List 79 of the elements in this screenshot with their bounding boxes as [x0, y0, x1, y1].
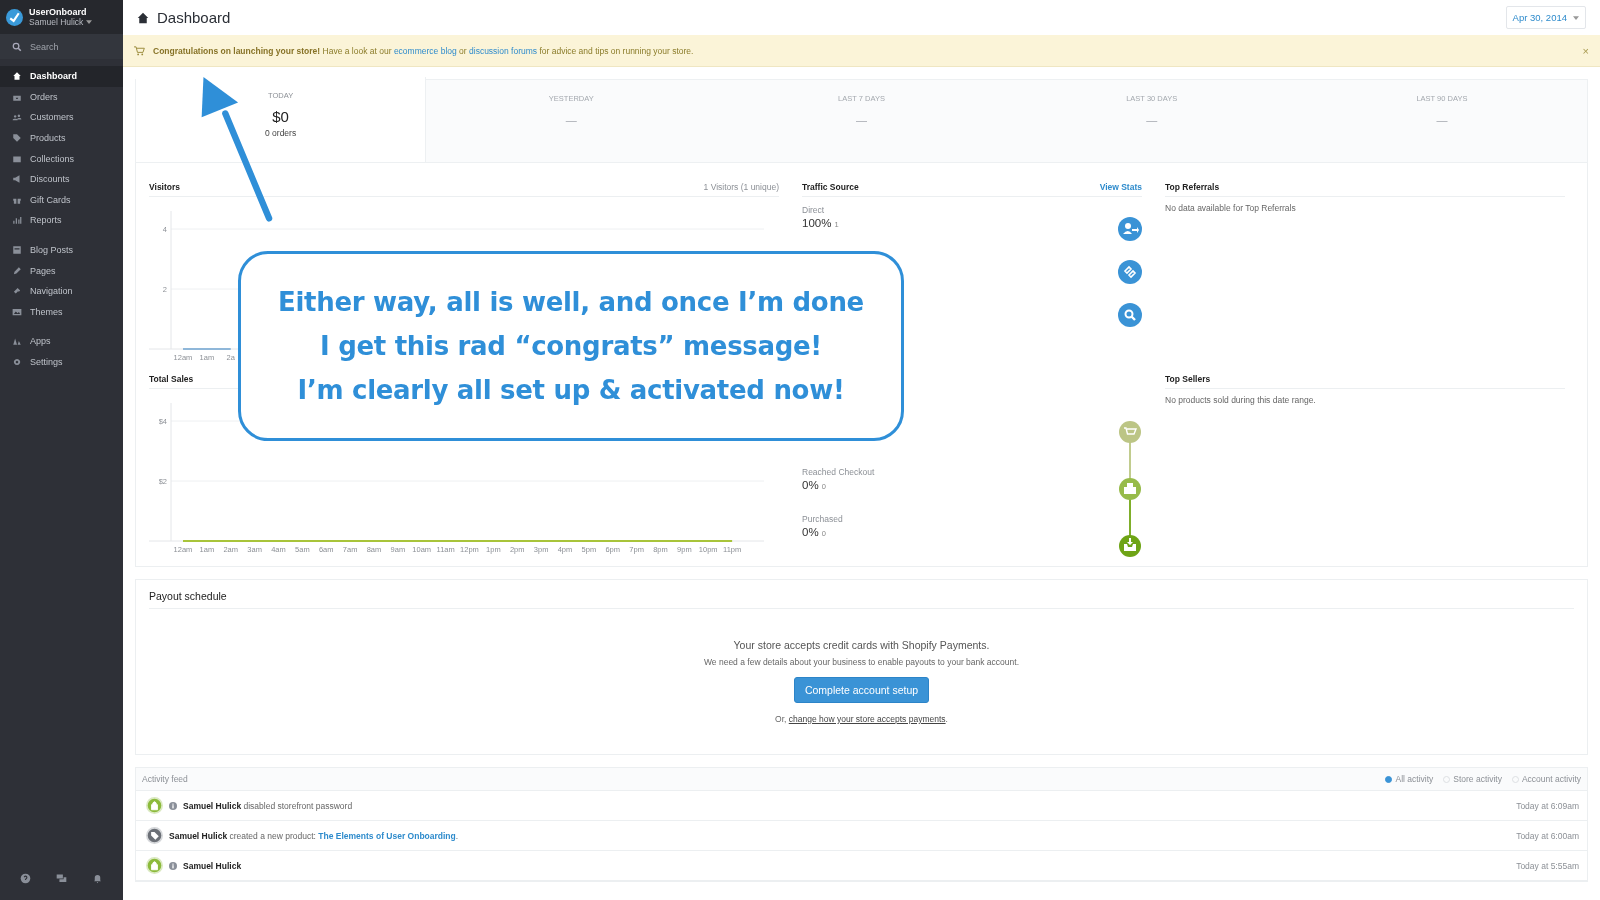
account-switcher[interactable]: UserOnboard Samuel Hulick: [0, 0, 123, 34]
image-icon: [12, 306, 22, 317]
nav-item[interactable]: Gift Cards: [0, 189, 123, 211]
nav-item[interactable]: Orders: [0, 86, 123, 108]
funnel-label: Reached Checkout: [802, 467, 875, 477]
visitors-line: [182, 348, 232, 350]
nav-item[interactable]: Collections: [0, 148, 123, 169]
document-icon: [12, 245, 22, 256]
nav-item[interactable]: Apps: [0, 331, 123, 352]
period-amount: —: [1146, 114, 1158, 126]
house-icon: [12, 71, 22, 82]
activity-text: Samuel Hulick created a new product: The Elements of User Onboarding.: [169, 830, 460, 841]
search-field[interactable]: Search: [0, 34, 123, 59]
order-count: 0 orders: [265, 128, 297, 138]
notice-link[interactable]: ecommerce blog: [393, 45, 457, 56]
bar-chart-icon: [12, 215, 22, 226]
callout-text: I get this rad “congrats” message!: [320, 331, 822, 361]
chat-bubbles-icon[interactable]: [56, 873, 67, 884]
info-icon: [169, 801, 177, 810]
store-name: UserOnboard: [29, 7, 88, 17]
section-title: Total Sales: [149, 373, 194, 384]
info-icon: [169, 861, 177, 870]
section-title: Visitors: [149, 181, 181, 192]
cart-icon: [134, 45, 145, 56]
period-amount: —: [856, 114, 867, 126]
payout-alternative: Or, change how your store accepts payments.: [775, 714, 948, 724]
date-picker-button[interactable]: Apr 30, 2014: [1505, 6, 1586, 29]
caret-icon: [86, 20, 93, 24]
callout-text: Either way, all is well, and once I’m done: [278, 287, 864, 317]
callout-text: I’m clearly all set up & activated now!: [297, 375, 845, 405]
nav-item[interactable]: Dashboard: [0, 66, 123, 87]
search-icon: [1118, 303, 1142, 327]
section-title: Traffic Source: [802, 181, 859, 192]
notice-link[interactable]: discussion forums: [469, 45, 538, 56]
funnel-label: Purchased: [802, 514, 844, 524]
payment-settings-link[interactable]: change how your store accepts payments: [788, 714, 946, 724]
house-icon: [137, 11, 149, 24]
nav-item[interactable]: Customers: [0, 107, 123, 128]
search-icon: [12, 41, 22, 52]
empty-message: No data available for Top Referrals: [1165, 202, 1297, 213]
section-title: Payout schedule: [149, 590, 1574, 609]
nav-item[interactable]: Reports: [0, 210, 123, 231]
payout-detail: We need a few details about your business to enable payouts to your bank account.: [704, 657, 1019, 667]
payout-headline: Your store accepts credit cards with Shopify Payments.: [733, 639, 990, 651]
activity-time: Today at 6:00am: [1516, 830, 1579, 841]
section-title: Top Referrals: [1165, 181, 1220, 192]
nav-item[interactable]: Pages: [0, 260, 123, 281]
checkmark-logo-icon: [6, 8, 23, 26]
pencil-icon: [12, 265, 22, 276]
source-label: Direct: [802, 205, 826, 215]
period-amount: —: [1436, 114, 1448, 126]
activity-text: Samuel Hulick disabled storefront password: [183, 800, 354, 811]
tag-icon: [146, 827, 163, 844]
view-stats-link[interactable]: View Stats: [1099, 181, 1142, 192]
caret-icon: [1573, 15, 1579, 20]
product-link[interactable]: The Elements of User Onboarding: [318, 830, 456, 841]
nav-item[interactable]: Settings: [0, 351, 123, 373]
nav-item[interactable]: Discounts: [0, 168, 123, 190]
period-amount: —: [565, 114, 577, 126]
nav-item[interactable]: Products: [0, 127, 123, 149]
megaphone-icon: [12, 174, 22, 185]
nav-item[interactable]: Navigation: [0, 280, 123, 302]
people-icon: [12, 112, 22, 123]
section-title: Activity feed: [142, 774, 188, 784]
page-title: Dashboard: [157, 9, 231, 26]
visitor-summary: 1 Visitors (1 unique): [703, 181, 779, 192]
notice-message: Congratulations on launching your store! Have a look at our ecommerce blog or discussion forums for advice and tips on running your store.: [153, 45, 695, 56]
nav-item[interactable]: Blog Posts: [0, 239, 123, 261]
empty-message: No products sold during this date range.: [1165, 394, 1317, 405]
help-icon[interactable]: [20, 873, 32, 884]
gear-icon: [12, 357, 22, 367]
activity-time: Today at 6:09am: [1516, 800, 1579, 811]
activity-time: Today at 5:55am: [1516, 860, 1579, 871]
period-amount: $0: [272, 108, 289, 125]
section-title: Top Sellers: [1165, 373, 1211, 384]
user-name: Samuel Hulick: [29, 17, 93, 27]
nav-item[interactable]: Themes: [0, 301, 123, 323]
tag-icon: [12, 133, 22, 144]
activity-text: Samuel Hulick: [183, 860, 243, 871]
